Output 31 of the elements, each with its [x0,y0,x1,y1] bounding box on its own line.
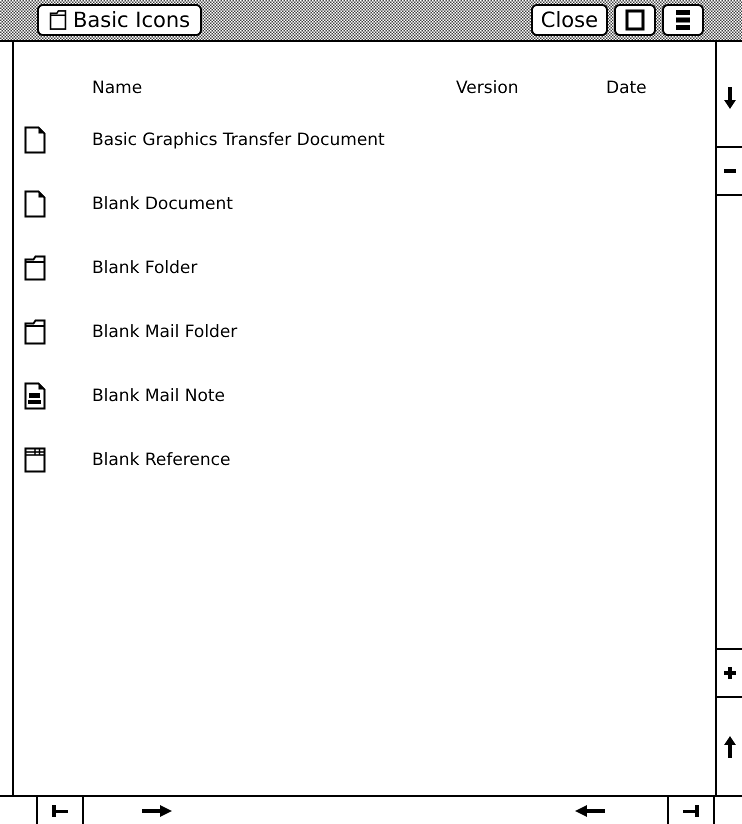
item-name[interactable]: Blank Document [92,194,233,214]
close-button[interactable]: Close [530,4,608,36]
column-header: Name [92,78,144,98]
mail-note-icon[interactable] [24,382,46,410]
folder-icon[interactable] [24,254,46,282]
window-title-button[interactable]: Basic Icons [37,4,202,36]
item-name[interactable]: Blank Mail Folder [92,322,238,342]
up-arrow-icon[interactable] [724,736,736,758]
bar-arrow-icon [683,804,699,816]
column-header: Date [606,78,647,98]
document-icon[interactable] [24,126,46,154]
left-arrow-icon[interactable] [575,804,605,816]
down-arrow-icon[interactable] [724,87,736,109]
bar-arrow-icon [52,804,68,816]
reference-icon[interactable] [24,446,46,474]
folder-icon[interactable] [24,318,46,346]
item-name[interactable]: Blank Mail Note [92,386,226,406]
item-name[interactable]: Blank Folder [92,258,198,278]
window-button[interactable] [614,4,656,36]
scroll-up-button[interactable] [717,146,742,196]
menu-button[interactable] [662,4,704,36]
column-header: Version [456,78,520,98]
scroll-down-button[interactable] [717,648,742,698]
document-icon[interactable] [24,190,46,218]
item-name[interactable]: Basic Graphics Transfer Document [92,130,385,150]
menu-icon [675,9,691,31]
item-name[interactable]: Blank Reference [92,450,230,470]
minus-icon [724,169,736,173]
right-arrow-icon[interactable] [142,804,172,816]
plus-icon [724,667,736,679]
window-icon [625,9,645,31]
